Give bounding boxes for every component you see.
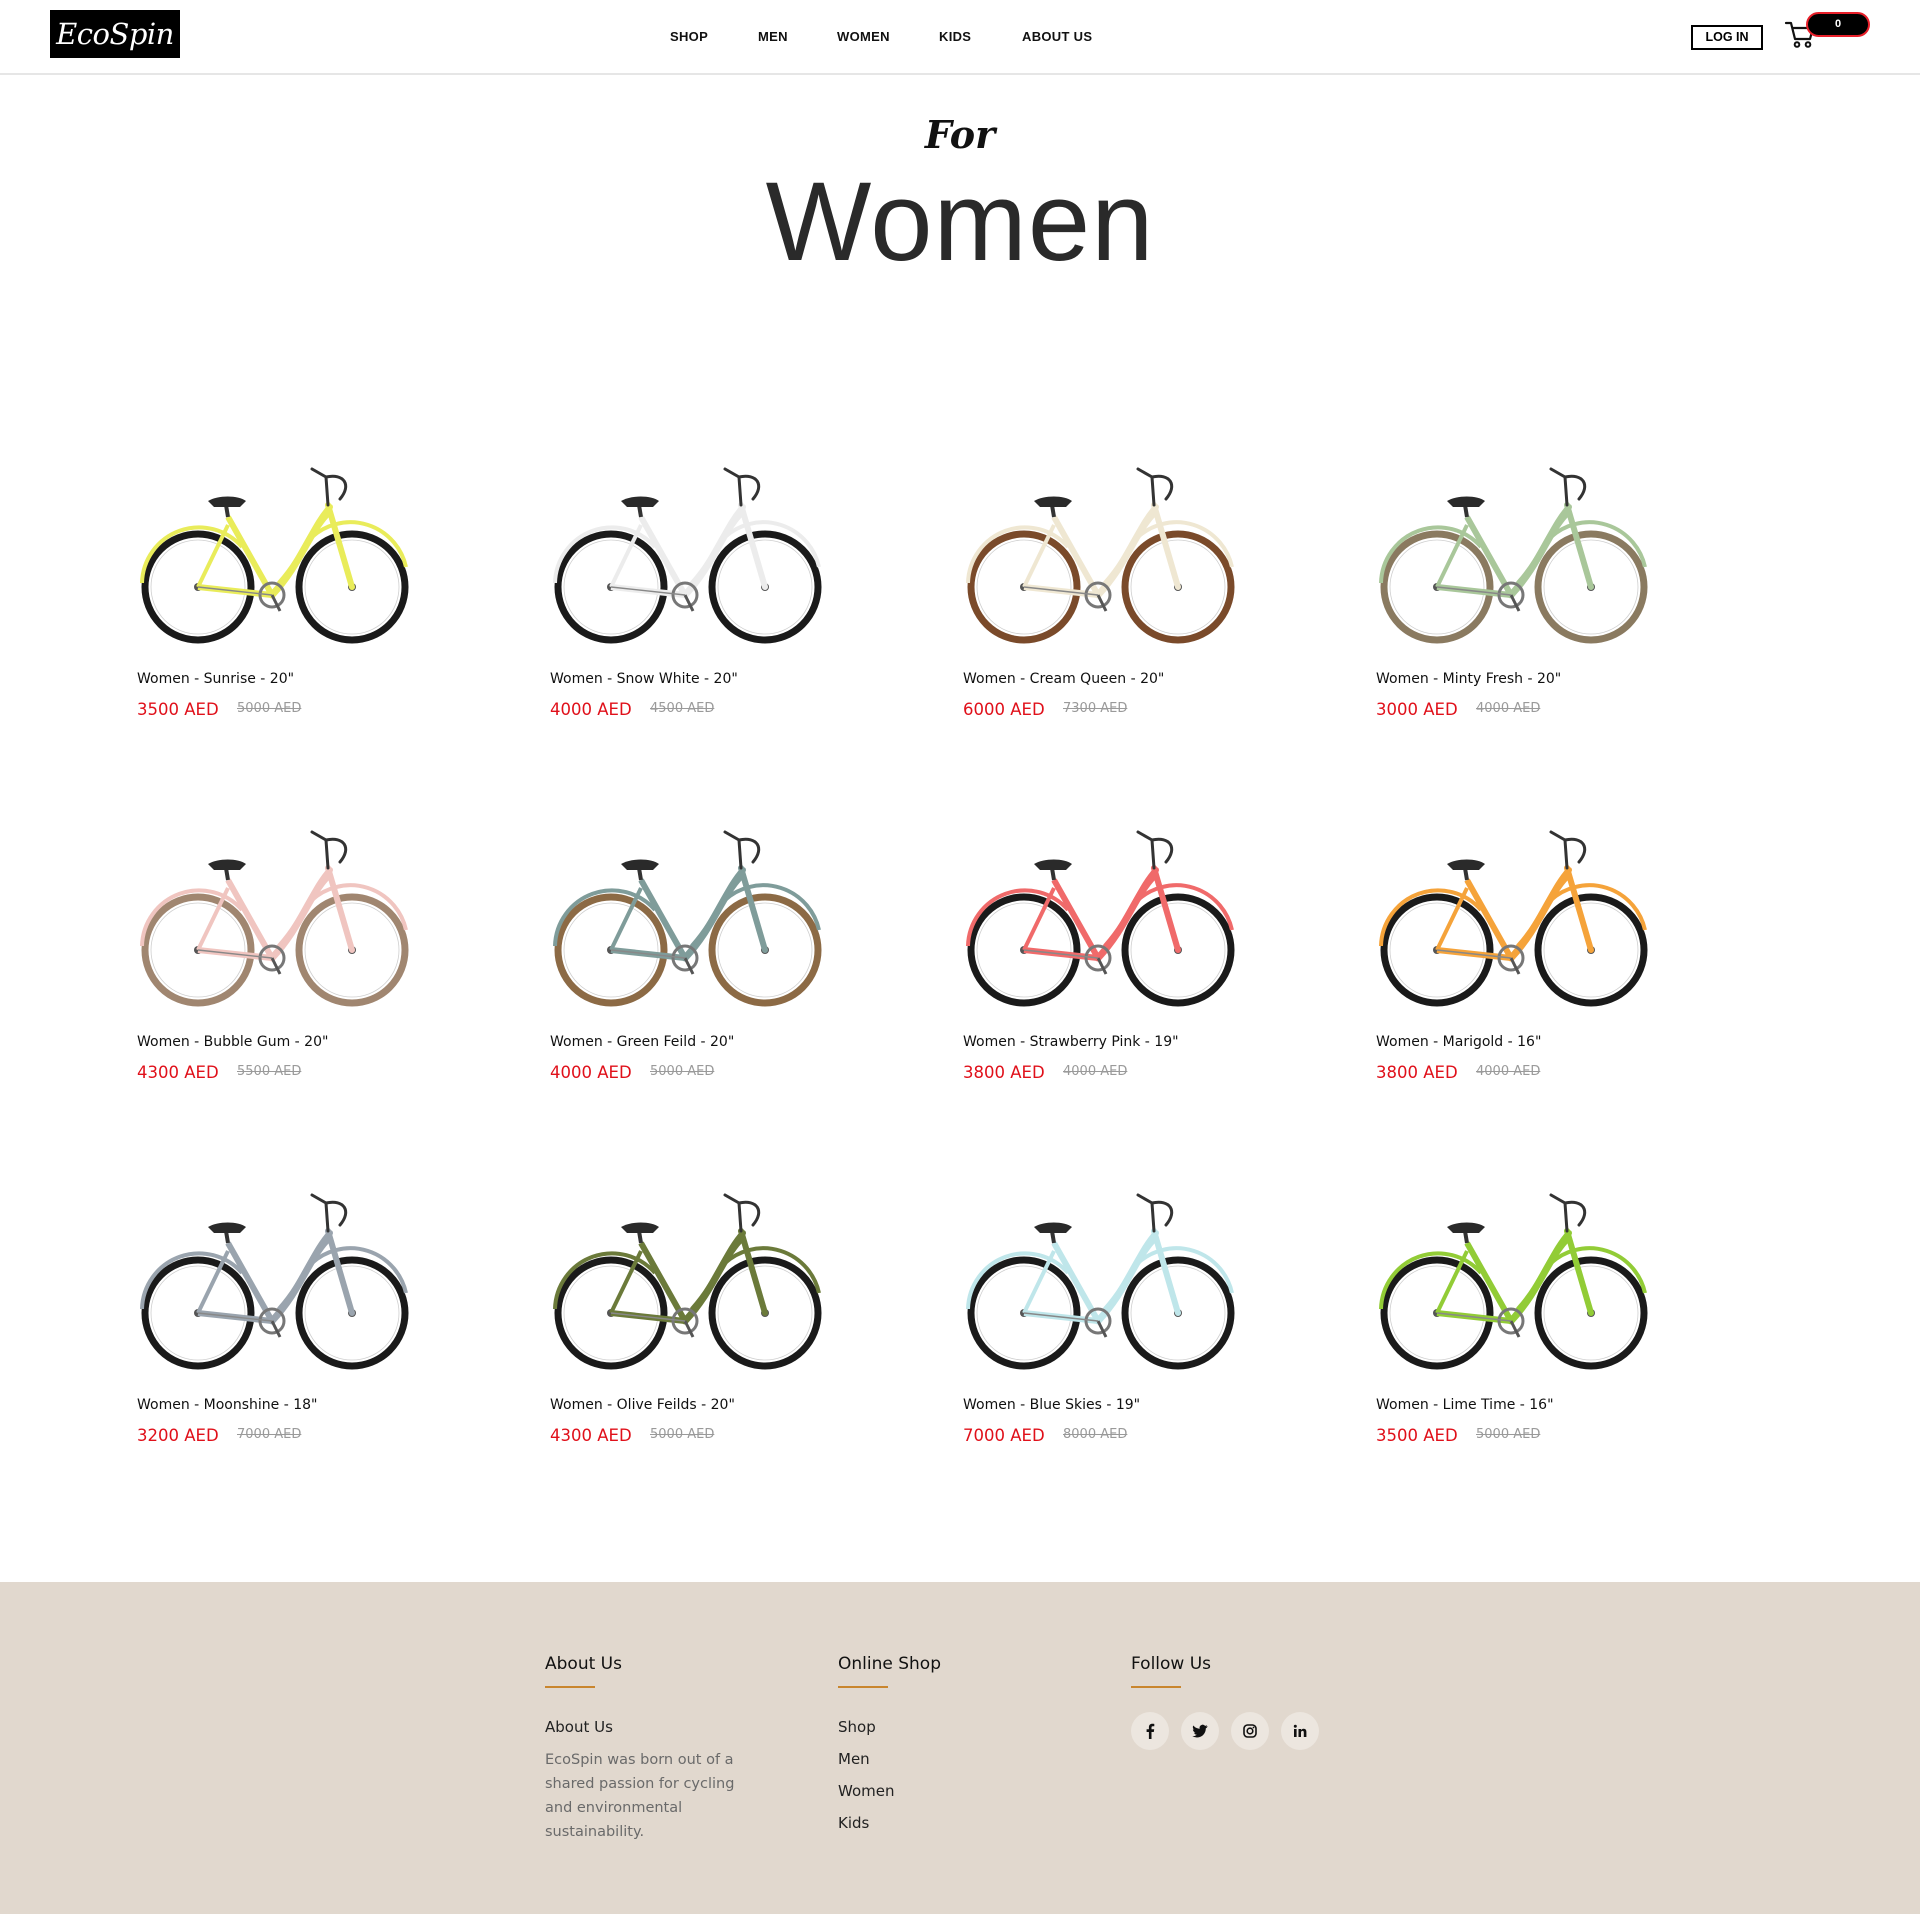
product-grid: Women - Sunrise - 20" 3500 AED 5000 AED Wom… — [130, 455, 1780, 1465]
page-title: Women — [765, 159, 1155, 284]
product-card[interactable]: Women - Snow White - 20" 4000 AED 4500 AED — [543, 455, 843, 725]
footer-heading-underline — [838, 1686, 888, 1688]
footer-follow-heading: Follow Us — [1131, 1654, 1212, 1674]
product-price: 3800 AED — [963, 1063, 1045, 1082]
product-price: 3200 AED — [137, 1426, 219, 1445]
product-card[interactable]: Women - Olive Feilds - 20" 4300 AED 5000 A… — [543, 1181, 843, 1451]
footer-about-column: About Us About Us EcoSpin was born out o… — [545, 1654, 785, 1844]
product-card[interactable]: Women - Lime Time - 16" 3500 AED 5000 AED — [1369, 1181, 1669, 1451]
product-price: 3500 AED — [137, 700, 219, 719]
nav-men[interactable]: MEN — [758, 29, 788, 44]
product-price: 7000 AED — [963, 1426, 1045, 1445]
product-original-price: 8000 AED — [1063, 1427, 1128, 1442]
footer-heading-underline — [545, 1686, 595, 1688]
product-name[interactable]: Women - Marigold - 16" — [1376, 1034, 1541, 1050]
bike-image[interactable] — [543, 455, 833, 655]
product-card[interactable]: Women - Sunrise - 20" 3500 AED 5000 AED — [130, 455, 430, 725]
product-original-price: 5000 AED — [237, 701, 302, 716]
footer-link-shop[interactable]: Shop — [838, 1718, 1078, 1736]
product-original-price: 5000 AED — [650, 1427, 715, 1442]
nav-shop[interactable]: SHOP — [670, 29, 708, 44]
footer-follow-column: Follow Us — [1131, 1654, 1391, 1752]
footer-heading-underline — [1131, 1686, 1181, 1688]
product-name[interactable]: Women - Green Feild - 20" — [550, 1034, 734, 1050]
bike-image[interactable] — [1369, 455, 1659, 655]
main-nav: SHOP MEN WOMEN KIDS ABOUT US — [0, 0, 1920, 73]
product-card[interactable]: Women - Minty Fresh - 20" 3000 AED 4000 AE… — [1369, 455, 1669, 725]
site-header: EcoSpin SHOP MEN WOMEN KIDS ABOUT US LOG… — [0, 0, 1920, 75]
bike-image[interactable] — [543, 818, 833, 1018]
product-name[interactable]: Women - Blue Skies - 19" — [963, 1397, 1140, 1413]
nav-kids[interactable]: KIDS — [939, 29, 971, 44]
product-price: 4300 AED — [550, 1426, 632, 1445]
product-price: 4000 AED — [550, 1063, 632, 1082]
linkedin-icon[interactable] — [1281, 1712, 1319, 1750]
hero-for-text: For — [924, 112, 996, 157]
product-name[interactable]: Women - Olive Feilds - 20" — [550, 1397, 735, 1413]
product-name[interactable]: Women - Snow White - 20" — [550, 671, 738, 687]
instagram-icon[interactable] — [1231, 1712, 1269, 1750]
social-links — [1131, 1712, 1391, 1752]
product-original-price: 4000 AED — [1063, 1064, 1128, 1079]
product-name[interactable]: Women - Bubble Gum - 20" — [137, 1034, 328, 1050]
product-name[interactable]: Women - Cream Queen - 20" — [963, 671, 1164, 687]
product-price: 4000 AED — [550, 700, 632, 719]
product-price: 6000 AED — [963, 700, 1045, 719]
product-original-price: 7000 AED — [237, 1427, 302, 1442]
twitter-icon[interactable] — [1181, 1712, 1219, 1750]
product-original-price: 4000 AED — [1476, 701, 1541, 716]
footer-link-men[interactable]: Men — [838, 1750, 1078, 1768]
nav-women[interactable]: WOMEN — [837, 29, 890, 44]
product-price: 3500 AED — [1376, 1426, 1458, 1445]
product-name[interactable]: Women - Moonshine - 18" — [137, 1397, 318, 1413]
product-name[interactable]: Women - Lime Time - 16" — [1376, 1397, 1554, 1413]
product-price: 3000 AED — [1376, 700, 1458, 719]
product-card[interactable]: Women - Strawberry Pink - 19" 3800 AED 400… — [956, 818, 1256, 1088]
product-name[interactable]: Women - Minty Fresh - 20" — [1376, 671, 1561, 687]
footer-about-link[interactable]: About Us — [545, 1718, 785, 1736]
product-card[interactable]: Women - Bubble Gum - 20" 4300 AED 5500 AED — [130, 818, 430, 1088]
product-price: 3800 AED — [1376, 1063, 1458, 1082]
product-card[interactable]: Women - Green Feild - 20" 4000 AED 5000 AE… — [543, 818, 843, 1088]
bike-image[interactable] — [1369, 818, 1659, 1018]
bike-image[interactable] — [130, 818, 420, 1018]
product-original-price: 4500 AED — [650, 701, 715, 716]
product-original-price: 5500 AED — [237, 1064, 302, 1079]
product-original-price: 5000 AED — [1476, 1427, 1541, 1442]
product-name[interactable]: Women - Strawberry Pink - 19" — [963, 1034, 1179, 1050]
product-card[interactable]: Women - Blue Skies - 19" 7000 AED 8000 AED — [956, 1181, 1256, 1451]
footer-link-kids[interactable]: Kids — [838, 1814, 1078, 1832]
nav-about-us[interactable]: ABOUT US — [1022, 29, 1092, 44]
bike-image[interactable] — [130, 1181, 420, 1381]
footer-about-heading: About Us — [545, 1654, 622, 1674]
cart-count-badge: 0 — [1806, 12, 1870, 37]
product-original-price: 4000 AED — [1476, 1064, 1541, 1079]
product-card[interactable]: Women - Moonshine - 18" 3200 AED 7000 AED — [130, 1181, 430, 1451]
footer-about-text: EcoSpin was born out of a shared passion… — [545, 1752, 735, 1840]
product-name[interactable]: Women - Sunrise - 20" — [137, 671, 294, 687]
bike-image[interactable] — [956, 818, 1246, 1018]
bike-image[interactable] — [956, 1181, 1246, 1381]
login-button[interactable]: LOG IN — [1691, 25, 1763, 50]
facebook-icon[interactable] — [1131, 1712, 1169, 1750]
product-price: 4300 AED — [137, 1063, 219, 1082]
product-card[interactable]: Women - Cream Queen - 20" 6000 AED 7300 AE… — [956, 455, 1256, 725]
bike-image[interactable] — [1369, 1181, 1659, 1381]
product-original-price: 5000 AED — [650, 1064, 715, 1079]
site-footer: About Us About Us EcoSpin was born out o… — [0, 1582, 1920, 1914]
footer-shop-column: Online Shop Shop Men Women Kids — [838, 1654, 1078, 1832]
bike-image[interactable] — [130, 455, 420, 655]
product-card[interactable]: Women - Marigold - 16" 3800 AED 4000 AED — [1369, 818, 1669, 1088]
footer-link-women[interactable]: Women — [838, 1782, 1078, 1800]
bike-image[interactable] — [543, 1181, 833, 1381]
footer-shop-heading: Online Shop — [838, 1654, 941, 1674]
product-original-price: 7300 AED — [1063, 701, 1128, 716]
bike-image[interactable] — [956, 455, 1246, 655]
